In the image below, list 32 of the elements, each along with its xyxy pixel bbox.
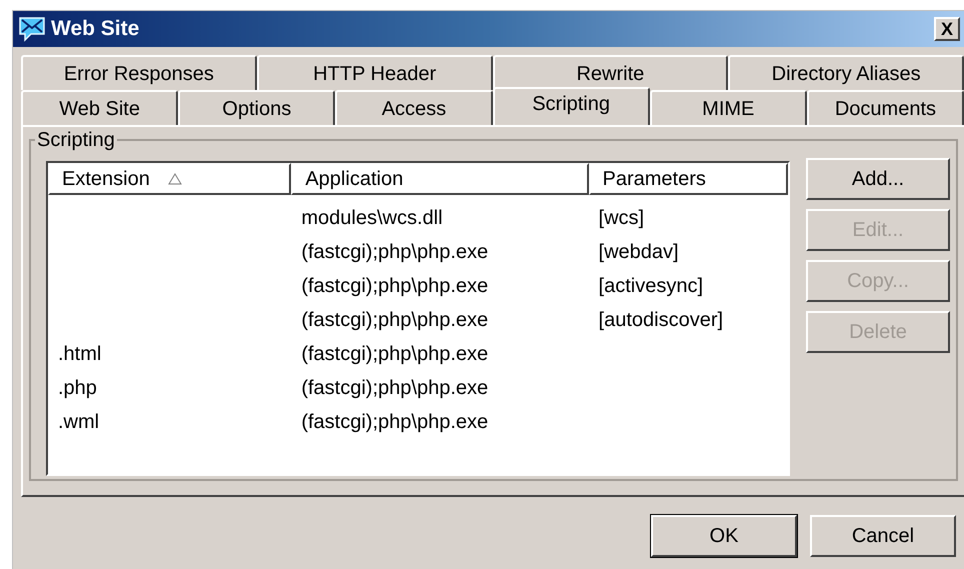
tab[interactable]: Options (178, 90, 336, 125)
tab[interactable]: Directory Aliases (728, 55, 964, 90)
column-header[interactable]: Extension (48, 163, 292, 195)
tab[interactable]: HTTP Header (256, 55, 492, 90)
side-button[interactable]: Add... (806, 158, 950, 200)
column-header[interactable]: Parameters (588, 163, 788, 195)
extension-cell: .wml (58, 411, 100, 433)
tab[interactable]: Documents (806, 90, 964, 125)
dialog-button[interactable]: Cancel (810, 515, 956, 557)
application-cell: modules\wcs.dll (301, 207, 443, 229)
tab[interactable]: Web Site (21, 90, 178, 125)
tab[interactable]: Error Responses (21, 55, 257, 90)
parameters-cell: [wcs] (598, 207, 644, 229)
application-cell: (fastcgi);php\php.exe (301, 377, 488, 399)
parameters-cell: [webdav] (598, 241, 679, 263)
column-header[interactable]: Application (291, 163, 589, 195)
application-cell: (fastcgi);php\php.exe (301, 309, 488, 331)
tab[interactable]: MIME (650, 90, 807, 125)
parameters-cell: [activesync] (598, 275, 704, 297)
tab[interactable]: Access (335, 90, 493, 125)
tab[interactable]: Scripting (492, 87, 650, 125)
parameters-cell: [autodiscover] (598, 309, 724, 331)
window-title: Web Site (51, 16, 140, 42)
close-button[interactable]: X (934, 17, 960, 41)
application-cell: (fastcgi);php\php.exe (301, 411, 488, 433)
application-cell: (fastcgi);php\php.exe (301, 343, 488, 365)
application-cell: (fastcgi);php\php.exe (301, 241, 488, 263)
extension-cell: .html (58, 343, 102, 365)
dialog-button[interactable]: OK (651, 515, 797, 557)
extension-cell: .php (58, 377, 97, 399)
tab[interactable]: Rewrite (492, 55, 728, 90)
application-cell: (fastcgi);php\php.exe (301, 275, 488, 297)
